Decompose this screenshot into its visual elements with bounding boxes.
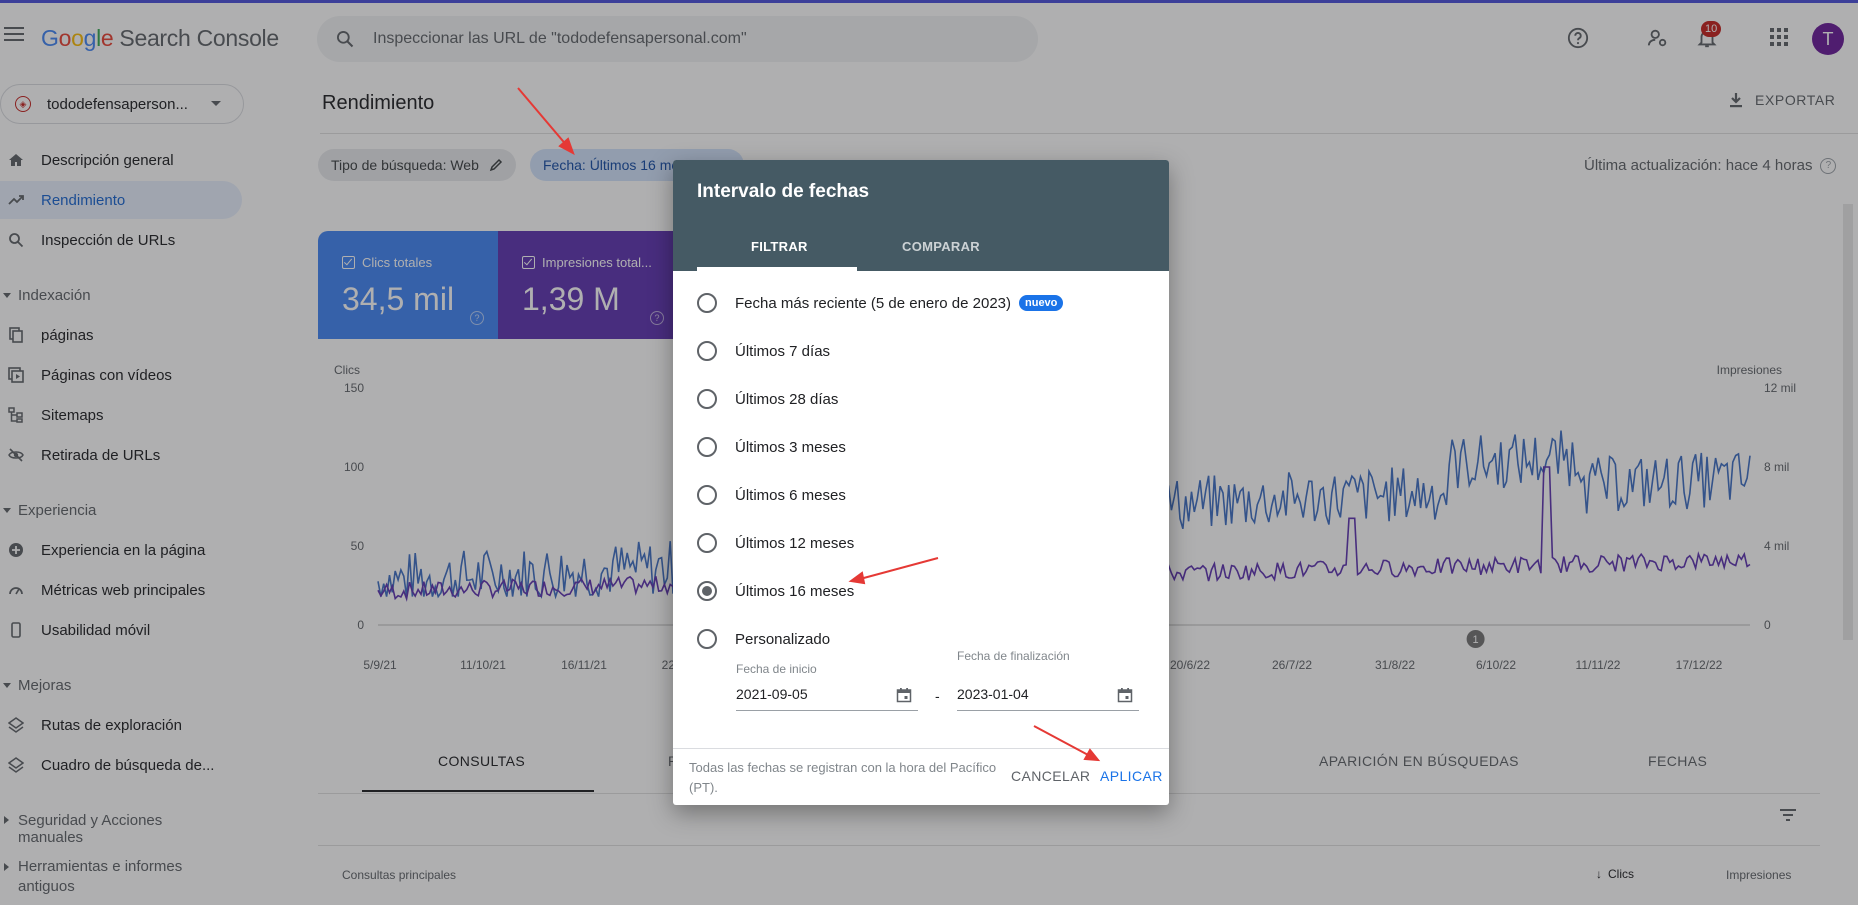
calendar-icon[interactable] <box>1117 687 1133 703</box>
option-28-days[interactable]: Últimos 28 días <box>697 387 838 411</box>
radio-button-checked[interactable] <box>697 581 717 601</box>
option-most-recent[interactable]: Fecha más reciente (5 de enero de 2023) n… <box>697 291 1064 315</box>
end-date-field[interactable]: Fecha de finalización 2023-01-04 <box>957 649 1139 712</box>
dialog-title: Intervalo de fechas <box>697 181 870 202</box>
option-3-months[interactable]: Últimos 3 meses <box>697 435 846 459</box>
tab-filtrar[interactable]: FILTRAR <box>751 239 808 254</box>
tab-comparar[interactable]: COMPARAR <box>902 239 980 254</box>
radio-button[interactable] <box>697 533 717 553</box>
option-custom[interactable]: Personalizado <box>697 627 830 651</box>
dialog-header: Intervalo de fechas FILTRAR COMPARAR <box>673 160 1169 271</box>
end-date-input[interactable]: 2023-01-04 <box>957 686 1029 702</box>
radio-button[interactable] <box>697 629 717 649</box>
start-date-input[interactable]: 2021-09-05 <box>736 686 808 702</box>
option-16-months[interactable]: Últimos 16 meses <box>697 579 854 603</box>
option-7-days[interactable]: Últimos 7 días <box>697 339 830 363</box>
radio-button[interactable] <box>697 389 717 409</box>
date-range-dialog: Intervalo de fechas FILTRAR COMPARAR Fec… <box>673 160 1169 805</box>
apply-button[interactable]: APLICAR <box>1100 768 1163 784</box>
date-separator: - <box>935 688 940 704</box>
radio-button[interactable] <box>697 485 717 505</box>
option-12-months[interactable]: Últimos 12 meses <box>697 531 854 555</box>
new-badge: nuevo <box>1019 295 1064 311</box>
active-tab-indicator <box>697 267 857 271</box>
calendar-icon[interactable] <box>896 687 912 703</box>
option-6-months[interactable]: Últimos 6 meses <box>697 483 846 507</box>
dialog-footer-divider <box>673 748 1169 749</box>
cancel-button[interactable]: CANCELAR <box>1011 768 1090 784</box>
radio-button[interactable] <box>697 341 717 361</box>
timezone-note: Todas las fechas se registran con la hor… <box>689 760 997 795</box>
top-accent-line <box>0 0 1858 3</box>
radio-button[interactable] <box>697 437 717 457</box>
start-date-field[interactable]: Fecha de inicio 2021-09-05 <box>736 662 918 712</box>
radio-button[interactable] <box>697 293 717 313</box>
